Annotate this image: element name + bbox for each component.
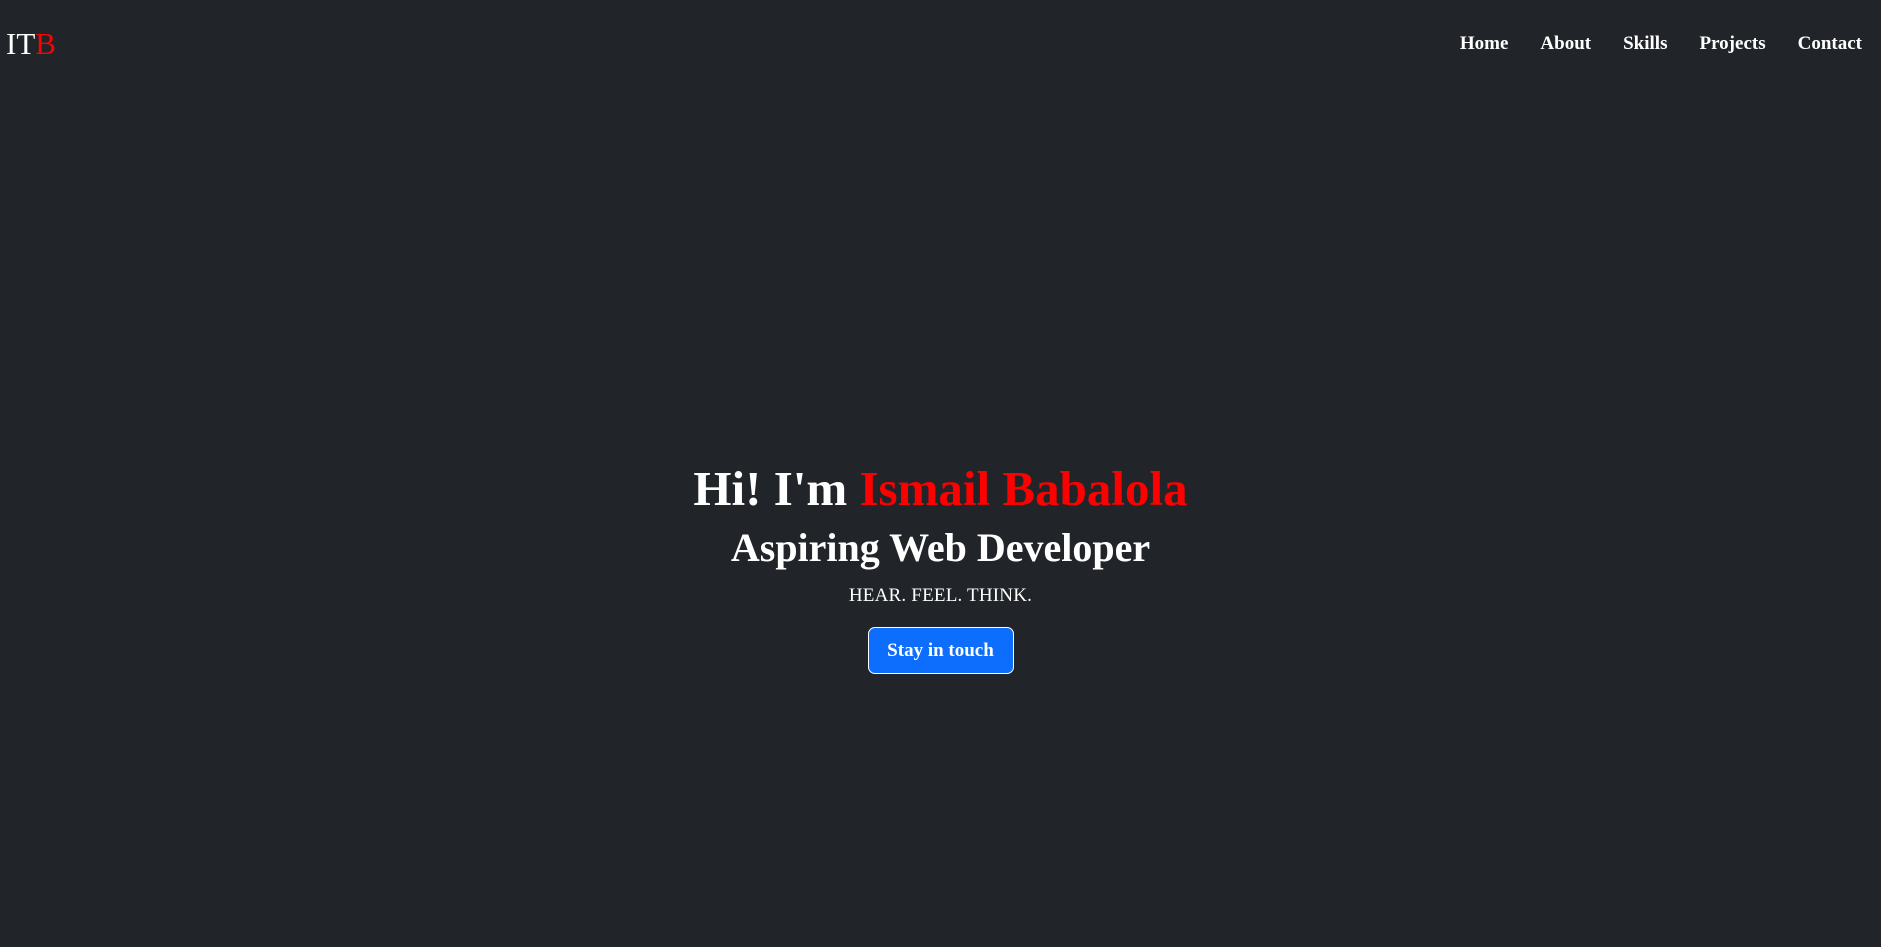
hero-section: Hi! I'm Ismail Babalola Aspiring Web Dev… [0,0,1881,947]
hero-subtitle: Aspiring Web Developer [730,525,1151,570]
hero-name: Ismail Babalola [859,461,1188,516]
hero-greeting: Hi! I'm [693,461,848,516]
stay-in-touch-button[interactable]: Stay in touch [867,627,1014,674]
cta-wrapper: Stay in touch [0,627,1881,674]
hero-heading: Hi! I'm Ismail Babalola [0,459,1881,519]
hero-tagline: HEAR. FEEL. THINK. [848,585,1033,606]
